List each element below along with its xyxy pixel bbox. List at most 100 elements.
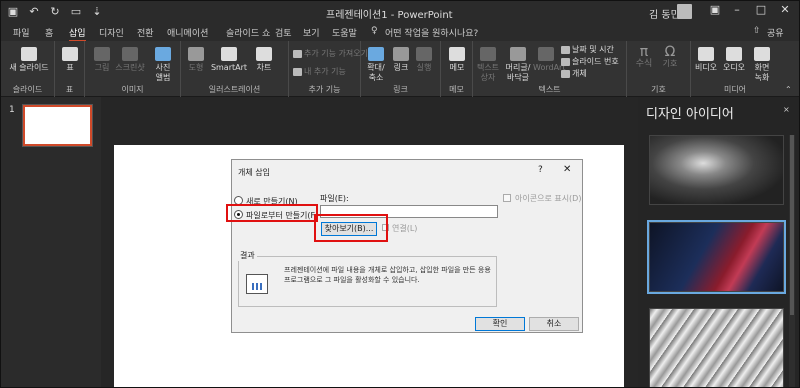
group-label-symbols: 기호	[651, 85, 666, 94]
highlight-create-from-file	[226, 204, 318, 222]
design-pane-scroll-thumb[interactable]	[790, 135, 794, 315]
tab-file[interactable]: 파일	[13, 26, 30, 39]
speaker-icon	[726, 47, 742, 61]
table-button[interactable]: 표	[59, 47, 81, 73]
help-icon[interactable]: ?	[538, 165, 543, 175]
smartart-button[interactable]: SmartArt	[209, 47, 249, 73]
screen-recording-icon	[754, 47, 770, 61]
avatar[interactable]	[677, 4, 692, 19]
chart-icon	[256, 47, 272, 61]
pictures-button[interactable]: 그림	[91, 47, 113, 73]
slide-number-button[interactable]: 슬라이드 번호	[561, 57, 619, 67]
pi-icon: π	[639, 44, 649, 60]
window-title: 프레젠테이션1 - PowerPoint	[326, 10, 453, 21]
my-addins-button[interactable]: 내 추가 기능	[293, 67, 346, 77]
group-label-text: 텍스트	[538, 85, 561, 94]
group-symbols: π 수식 Ω 기호 기호	[627, 41, 691, 97]
link-button[interactable]: 링크	[391, 47, 411, 73]
my-addins-icon	[293, 67, 302, 76]
header-footer-button[interactable]: 머리글/바닥글	[503, 47, 533, 83]
tab-insert[interactable]: 삽입	[69, 26, 86, 42]
group-label-table: 표	[65, 85, 74, 94]
photo-album-icon	[155, 47, 171, 61]
ok-button[interactable]: 확인	[475, 317, 525, 331]
undo-icon[interactable]: ↶	[28, 5, 40, 18]
wordart-icon	[538, 47, 554, 61]
tab-design[interactable]: 디자인	[99, 26, 124, 39]
wordart-button[interactable]: WordArt	[533, 47, 565, 73]
smartart-icon	[221, 47, 237, 61]
slide-number-icon	[561, 57, 570, 66]
maximize-icon[interactable]: □	[751, 3, 771, 16]
group-label-media: 미디어	[723, 85, 747, 94]
group-comments: 메모 메모	[441, 41, 473, 97]
redo-icon[interactable]: ↻	[49, 5, 61, 18]
tab-review[interactable]: 검토	[275, 26, 292, 39]
action-button[interactable]: 실행	[413, 47, 435, 73]
symbol-button[interactable]: Ω 기호	[659, 45, 681, 69]
customize-icon[interactable]: ⇣	[91, 5, 103, 18]
group-label-illustrations: 일러스트레이션	[208, 85, 261, 94]
calendar-icon	[561, 45, 570, 54]
ribbon-tabs: 파일 홈 삽입 디자인 전환 애니메이션 슬라이드 쇼 검토 보기 도움말 ♀ …	[1, 23, 799, 42]
tab-transitions[interactable]: 전환	[137, 26, 154, 39]
start-slideshow-icon[interactable]: ▭	[70, 5, 82, 18]
design-idea-2[interactable]	[649, 222, 784, 292]
equation-button[interactable]: π 수식	[633, 45, 655, 69]
textbox-button[interactable]: 텍스트 상자	[475, 47, 501, 83]
omega-icon: Ω	[664, 44, 676, 60]
share-icon[interactable]: ⇧	[753, 26, 761, 36]
save-icon[interactable]: ▣	[7, 5, 19, 18]
collapse-ribbon-icon[interactable]: ⌃	[785, 85, 792, 94]
tab-view[interactable]: 보기	[303, 26, 320, 39]
slide-thumbnail[interactable]	[22, 104, 93, 147]
dialog-title: 개체 삽입	[238, 168, 270, 177]
design-idea-3[interactable]	[649, 308, 784, 387]
dialog-close-icon[interactable]: ✕	[563, 164, 571, 175]
get-addins-button[interactable]: 추가 기능 가져오기	[293, 49, 368, 59]
tell-me-search[interactable]: 어떤 작업을 원하시나요?	[385, 26, 478, 39]
group-images: 그림 스크린샷 사진 앨범 이미지	[85, 41, 181, 97]
group-label-addins: 추가 기능	[308, 85, 341, 94]
close-icon[interactable]: ✕	[775, 3, 795, 16]
photo-album-button[interactable]: 사진 앨범	[149, 47, 177, 83]
group-links: 확대/축소 링크 실행 링크	[361, 41, 441, 97]
design-pane-close-icon[interactable]: ×	[783, 105, 790, 114]
design-idea-1[interactable]	[649, 135, 784, 205]
cancel-button[interactable]: 취소	[529, 317, 579, 331]
design-pane-title: 디자인 아이디어	[646, 107, 734, 122]
result-label: 결과	[238, 250, 257, 261]
insert-object-dialog: 개체 삽입 ? ✕ 새로 만들기(N) 파일로부터 만들기(F) 파일(E): …	[231, 159, 583, 333]
tab-slideshow[interactable]: 슬라이드 쇼	[226, 26, 270, 39]
user-name[interactable]: 김 동민	[649, 6, 680, 21]
store-icon	[293, 49, 302, 58]
group-addins: 추가 기능 가져오기 내 추가 기능 추가 기능	[289, 41, 368, 97]
datetime-button[interactable]: 날짜 및 시간	[561, 45, 614, 55]
result-description: 프레젠테이션에 파일 내용을 개체로 삽입하고, 삽입한 파일을 만든 응용 프…	[284, 266, 491, 284]
display-as-icon-checkbox[interactable]	[503, 194, 511, 202]
ribbon: 새 슬라이드 슬라이드 표 표 그림 스크린샷 사진 앨범 이미지 도형 Sma…	[1, 41, 799, 97]
chart-button[interactable]: 차트	[251, 47, 277, 73]
powerpoint-window: ▣ ↶ ↻ ▭ ⇣ 프레젠테이션1 - PowerPoint 김 동민 ▣ – …	[0, 0, 800, 388]
tab-animations[interactable]: 애니메이션	[167, 26, 208, 39]
zoom-button[interactable]: 확대/축소	[363, 47, 389, 83]
ribbon-display-icon[interactable]: ▣	[705, 3, 725, 16]
minimize-icon[interactable]: –	[727, 3, 747, 16]
tab-help[interactable]: 도움말	[332, 26, 357, 39]
comment-button[interactable]: 메모	[445, 47, 469, 73]
screenshot-button[interactable]: 스크린샷	[115, 47, 145, 73]
shapes-button[interactable]: 도형	[185, 47, 207, 73]
new-slide-button[interactable]: 새 슬라이드	[7, 47, 51, 73]
group-media: 비디오 오디오 화면 녹화 미디어	[691, 41, 779, 97]
new-slide-icon	[21, 47, 37, 61]
file-label: 파일(E):	[320, 194, 349, 203]
share-button[interactable]: 공유	[767, 26, 784, 39]
screen-recording-button[interactable]: 화면 녹화	[749, 47, 775, 83]
tab-home[interactable]: 홈	[45, 26, 53, 39]
header-footer-icon	[510, 47, 526, 61]
video-button[interactable]: 비디오	[693, 47, 719, 73]
object-button[interactable]: 개체	[561, 69, 587, 79]
zoom-icon	[368, 47, 384, 61]
audio-button[interactable]: 오디오	[721, 47, 747, 73]
group-illustrations: 도형 SmartArt 차트 일러스트레이션	[181, 41, 289, 97]
